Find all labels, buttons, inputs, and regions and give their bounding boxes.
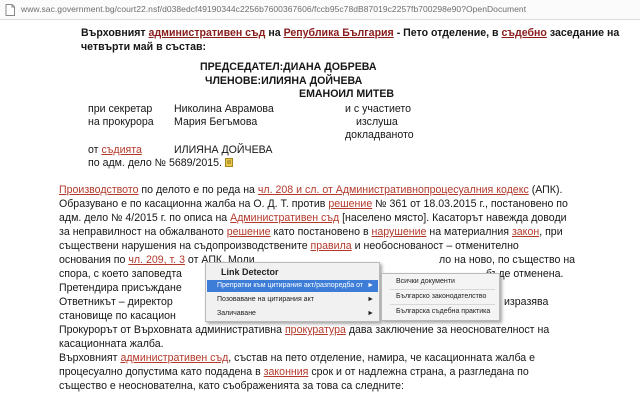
violation-link[interactable]: нарушение <box>372 226 427 238</box>
body-text: дава заключение за неоснователност на <box>345 324 550 336</box>
body-line-1: Производството по делото е по реда на чл… <box>59 184 562 197</box>
intro-text: Върховният <box>81 27 149 39</box>
admin-court-link[interactable]: Административен съд <box>230 212 339 224</box>
panel-chair: ПРЕДСЕДАТЕЛ:ДИАНА ДОБРЕВА <box>200 61 377 73</box>
body-line-13: Върховният административен съд, състав н… <box>59 352 535 365</box>
body-text: на материалния <box>426 226 512 238</box>
references-submenu: Всички документи Българско законодателст… <box>381 273 500 321</box>
participation-text: и с участието <box>345 103 412 115</box>
submenu-arrow-icon: ► <box>367 282 374 289</box>
body-text: процесуално допустима като подадена в <box>59 366 264 378</box>
menu-item-label: Заличаване <box>217 310 256 317</box>
body-text: като постановено в <box>270 226 372 238</box>
intro-text: заседание на <box>546 27 620 39</box>
menu-title: Link Detector <box>221 267 279 277</box>
submenu-bg-case-law[interactable]: Българска съдебна практика <box>383 306 498 318</box>
body-text: № 361 от 18.03.2015 г., постановено по <box>372 198 568 210</box>
body-line-14: процесуално допустима като подадена в за… <box>59 366 529 379</box>
submenu-bg-legislation[interactable]: Българско законодателство <box>383 291 498 303</box>
page-icon <box>5 4 15 16</box>
body-line-10: становище по касацион <box>59 310 176 322</box>
intro-text: на <box>265 27 284 39</box>
body-line-3: адм. дело № 4/2015 г. по описа на Админи… <box>59 212 567 225</box>
apk-article-link[interactable]: чл. 208 и сл. от Административнопроцесуа… <box>258 184 529 196</box>
heard-text: изслуша <box>356 116 398 128</box>
intro-line-1: Върховният административен съд на Републ… <box>81 27 619 40</box>
body-line-2: Образувано е по касационна жалба на О. Д… <box>59 198 568 211</box>
body-line-9: Ответникът – директор <box>59 296 173 308</box>
body-text: , при <box>539 226 563 238</box>
decision-link[interactable]: решение <box>328 198 372 210</box>
body-line-11: Прокурорът от Върховната административна… <box>59 324 549 337</box>
body-line-6-tail: ло на ново, по същество на <box>439 254 576 266</box>
body-line-4: за неправилност на обжалваното решение к… <box>59 226 563 239</box>
link-detector-menu: Link Detector Препратки към цитирания ак… <box>205 262 380 322</box>
body-line-15: същество е неоснователна, като съображен… <box>59 380 404 392</box>
submenu-all-documents[interactable]: Всички документи <box>383 276 498 288</box>
body-text: и необоснованост – отменително <box>351 240 519 252</box>
body-text: [населено място]. Касаторът навежда дово… <box>339 212 567 224</box>
menu-item-label: Препратки към цитирания акт/разпоредба о… <box>217 282 364 289</box>
menu-item-delete[interactable]: Заличаване ► <box>207 308 378 320</box>
prosecution-link[interactable]: прокуратура <box>285 324 346 336</box>
proceedings-link[interactable]: Производството <box>59 184 138 196</box>
body-text: Върховният <box>59 352 121 364</box>
submenu-divider <box>390 289 495 290</box>
rules-link[interactable]: правила <box>311 240 352 252</box>
note-icon[interactable] <box>225 158 233 167</box>
url-text[interactable]: www.sac.government.bg/court22.nsf/d038ed… <box>21 4 526 14</box>
case-ref-text: по адм. дело № 5689/2015. <box>88 157 222 169</box>
submenu-arrow-icon: ► <box>367 310 374 317</box>
intro-line-2: четвърти май в състав: <box>81 41 207 53</box>
body-text: , състав на пето отделение, намира, че к… <box>228 352 536 364</box>
panel-member-2: ЕМАНОИЛ МИТЕВ <box>299 88 395 100</box>
menu-item-citations[interactable]: Позоваване на цитирания акт ► <box>207 294 378 306</box>
menu-item-references[interactable]: Препратки към цитирания акт/разпоредба о… <box>207 280 378 292</box>
apk-209-link[interactable]: чл. 209, т. 3 <box>128 254 185 266</box>
court-link[interactable]: административен съд <box>149 27 266 39</box>
prosecutor-label: на прокурора <box>88 116 154 128</box>
body-text: (АПК). <box>528 184 563 196</box>
body-text: съществени нарушения на съдопроизводстве… <box>59 240 311 252</box>
address-bar[interactable]: www.sac.government.bg/court22.nsf/d038ed… <box>0 0 640 20</box>
intro-text: - Пето отделение, в <box>393 27 502 39</box>
judge-name: ИЛИЯНА ДОЙЧЕВА <box>174 144 273 156</box>
body-text: за неправилност на обжалваното <box>59 226 227 238</box>
body-line-5: съществени нарушения на съдопроизводстве… <box>59 240 519 253</box>
admin-court-link[interactable]: административен съд <box>120 352 228 364</box>
law-link[interactable]: закон <box>512 226 539 238</box>
document-page: Върховният административен съд на Републ… <box>0 20 640 400</box>
body-text: Образувано е по касационна жалба на О. Д… <box>59 198 329 210</box>
body-line-7: спора, с което заповедта <box>59 268 182 280</box>
body-line-12: касационната жалба. <box>59 338 164 350</box>
case-ref: по адм. дело № 5689/2015. <box>88 157 233 170</box>
judicial-link[interactable]: съдебно <box>502 27 547 39</box>
secretary-name: Николина Аврамова <box>174 103 274 115</box>
body-line-8: Претендира присъждане <box>59 282 182 294</box>
body-text: Прокурорът от Върховната административна <box>59 324 285 336</box>
menu-item-label: Позоваване на цитирания акт <box>217 296 314 303</box>
judge-prefix: от <box>88 144 102 156</box>
body-line-9-tail: изразява <box>504 296 549 308</box>
lawful-link[interactable]: законния <box>264 366 309 378</box>
judge-link[interactable]: съдията <box>101 144 141 156</box>
submenu-arrow-icon: ► <box>367 296 374 303</box>
decision-link[interactable]: решение <box>227 226 271 238</box>
panel-members: ЧЛЕНОВЕ:ИЛИЯНА ДОЙЧЕВА <box>205 75 363 87</box>
country-link[interactable]: Република България <box>284 27 394 39</box>
body-text: основания по <box>59 254 129 266</box>
judge-line: от съдията <box>88 144 142 157</box>
body-text: срок и от надлежна страна, а разгледана … <box>308 366 529 378</box>
secretary-label: при секретар <box>88 103 153 115</box>
report-text: докладваното <box>345 129 414 141</box>
body-text: по делото е по реда на <box>138 184 258 196</box>
body-text: адм. дело № 4/2015 г. по описа на <box>59 212 231 224</box>
submenu-divider <box>390 304 495 305</box>
prosecutor-name: Мария Бегъмова <box>174 116 258 128</box>
